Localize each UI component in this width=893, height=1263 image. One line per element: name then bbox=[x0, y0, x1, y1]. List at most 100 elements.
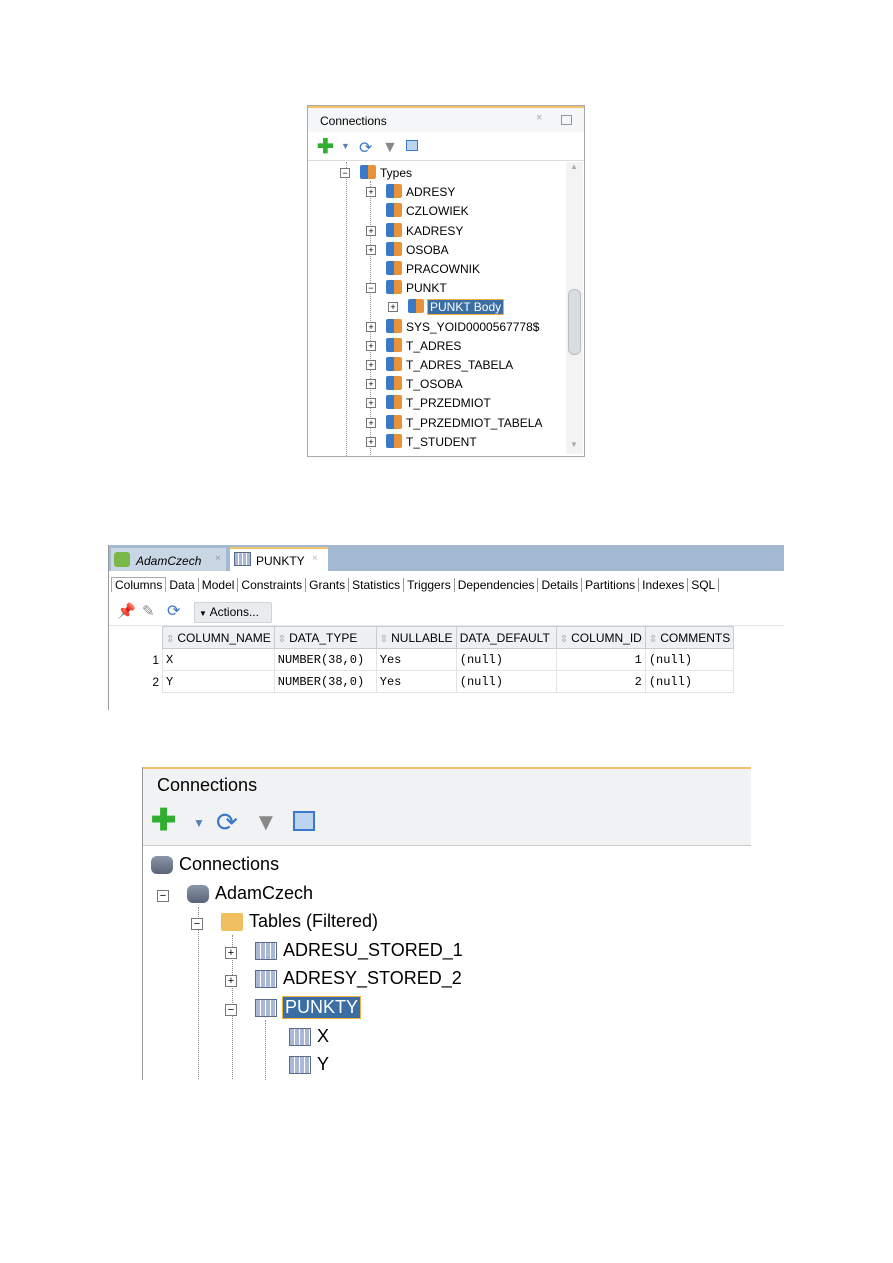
subtab-sql[interactable]: SQL bbox=[688, 578, 720, 592]
close-tab-icon[interactable]: × bbox=[312, 553, 318, 564]
tree-item[interactable]: + T_PRZEDMIOT_TABELA bbox=[308, 414, 563, 432]
add-connection-icon[interactable]: ✚ bbox=[317, 137, 334, 157]
table-cell[interactable]: Y bbox=[162, 670, 275, 693]
tree-item[interactable]: + T_ADRES_TABELA bbox=[308, 356, 563, 374]
tree-item[interactable]: + ADRESY_STORED_2 bbox=[143, 967, 743, 993]
subtab-dependencies[interactable]: Dependencies bbox=[454, 578, 539, 592]
tree-item[interactable]: + T_ADRES bbox=[308, 337, 563, 355]
collapse-icon[interactable]: − bbox=[191, 918, 203, 931]
filter-icon[interactable]: ▼ bbox=[382, 139, 398, 157]
tree-item[interactable]: − AdamCzech bbox=[143, 882, 743, 908]
expand-icon[interactable]: + bbox=[366, 225, 376, 236]
expand-icon[interactable]: + bbox=[366, 398, 376, 409]
table-cell[interactable]: Yes bbox=[375, 670, 457, 693]
expand-icon[interactable]: + bbox=[366, 340, 376, 351]
collapse-icon[interactable]: − bbox=[225, 1004, 237, 1016]
column-header[interactable]: DATA_DEFAULT bbox=[455, 626, 557, 649]
tree-item[interactable]: − Types bbox=[308, 164, 563, 182]
add-connection-icon[interactable]: ✚ bbox=[151, 806, 176, 836]
table-cell[interactable]: NUMBER(38,0) bbox=[273, 670, 377, 693]
row-number[interactable]: 1 bbox=[109, 649, 163, 671]
refresh-icon[interactable]: ⟳ bbox=[359, 138, 372, 158]
scrollbar-thumb[interactable] bbox=[568, 289, 581, 355]
expand-icon[interactable]: + bbox=[366, 379, 376, 390]
tree-item[interactable]: Connections bbox=[143, 853, 743, 879]
subtab-partitions[interactable]: Partitions bbox=[582, 578, 640, 592]
subtab-model[interactable]: Model bbox=[198, 578, 239, 592]
table-cell[interactable]: (null) bbox=[644, 648, 735, 671]
subtab-indexes[interactable]: Indexes bbox=[639, 578, 689, 592]
tree-item[interactable]: − Tables (Filtered) bbox=[143, 910, 743, 936]
subtab-data[interactable]: Data bbox=[166, 578, 199, 592]
tree-item[interactable]: Y bbox=[143, 1053, 743, 1079]
table-cell[interactable]: Yes bbox=[375, 648, 457, 671]
tree-item[interactable]: + PUNKT Body bbox=[308, 298, 563, 316]
tree-item[interactable]: CZLOWIEK bbox=[308, 202, 563, 220]
subtab-details[interactable]: Details bbox=[538, 578, 583, 592]
expand-icon[interactable]: + bbox=[366, 417, 376, 428]
table-cell[interactable]: 1 bbox=[555, 648, 646, 671]
subtab-columns[interactable]: Columns bbox=[111, 577, 167, 592]
filter-icon[interactable]: ▼ bbox=[254, 809, 278, 837]
expand-icon[interactable]: + bbox=[366, 321, 376, 332]
tree-item[interactable]: + OSOBA bbox=[308, 241, 563, 259]
expand-icon[interactable]: + bbox=[366, 187, 376, 198]
table-cell[interactable]: (null) bbox=[455, 670, 557, 693]
tab-adamczech[interactable]: AdamCzech × bbox=[111, 548, 226, 571]
pin-icon[interactable]: 📌 bbox=[117, 602, 136, 620]
collapse-icon[interactable]: − bbox=[157, 889, 169, 902]
tree-item[interactable]: + KADRESY bbox=[308, 222, 563, 240]
subtab-constraints[interactable]: Constraints bbox=[238, 578, 307, 592]
table-cell[interactable]: X bbox=[162, 648, 275, 671]
table-row[interactable]: 1 X NUMBER(38,0) Yes (null) 1 (null) bbox=[109, 648, 735, 671]
vertical-scrollbar[interactable]: ▲ ▼ bbox=[566, 162, 583, 454]
refresh-icon[interactable]: ⟳ bbox=[216, 807, 238, 838]
table-cell[interactable]: NUMBER(38,0) bbox=[273, 648, 377, 671]
refresh-icon[interactable]: ⟳ bbox=[167, 601, 180, 621]
expand-icon[interactable]: + bbox=[366, 436, 376, 447]
scroll-down-icon[interactable]: ▼ bbox=[570, 440, 578, 449]
collapse-all-icon[interactable] bbox=[293, 811, 315, 831]
subtab-grants[interactable]: Grants bbox=[306, 578, 350, 592]
scroll-up-icon[interactable]: ▲ bbox=[570, 162, 578, 171]
tree-item[interactable]: + T_OSOBA bbox=[308, 375, 563, 393]
sort-icon[interactable]: ⇳ bbox=[166, 634, 174, 645]
column-header[interactable]: ⇳ COMMENTS bbox=[644, 626, 735, 649]
expand-icon[interactable]: + bbox=[225, 975, 237, 988]
table-row[interactable]: 2 Y NUMBER(38,0) Yes (null) 2 (null) bbox=[109, 670, 735, 693]
collapse-all-icon[interactable] bbox=[406, 140, 418, 151]
expand-icon[interactable]: + bbox=[366, 244, 376, 255]
actions-button[interactable]: ▼ Actions... bbox=[194, 602, 272, 623]
column-header[interactable]: ⇳ COLUMN_ID bbox=[555, 626, 646, 649]
tree-item[interactable]: − PUNKTY bbox=[143, 996, 743, 1022]
column-header[interactable]: ⇳ DATA_TYPE bbox=[273, 626, 377, 649]
dropdown-arrow-icon[interactable]: ▼ bbox=[341, 141, 350, 151]
sort-icon[interactable]: ⇳ bbox=[380, 634, 388, 645]
tree-item[interactable]: PRACOWNIK bbox=[308, 260, 563, 278]
expand-icon[interactable]: + bbox=[366, 360, 376, 370]
table-cell[interactable]: (null) bbox=[455, 648, 557, 671]
subtab-triggers[interactable]: Triggers bbox=[404, 578, 455, 592]
expand-icon[interactable]: + bbox=[225, 946, 237, 959]
tree-item[interactable]: + SYS_YOID0000567778$ bbox=[308, 318, 563, 336]
tab-punkty[interactable]: PUNKTY × bbox=[230, 547, 328, 571]
tree-item[interactable]: − PUNKT bbox=[308, 279, 563, 297]
table-cell[interactable]: 2 bbox=[555, 670, 646, 693]
sort-icon[interactable]: ⇳ bbox=[560, 634, 568, 645]
table-cell[interactable]: (null) bbox=[644, 670, 735, 693]
minimize-icon[interactable] bbox=[561, 115, 572, 125]
dropdown-arrow-icon[interactable]: ▼ bbox=[193, 816, 205, 830]
close-icon[interactable]: × bbox=[536, 112, 542, 124]
subtab-statistics[interactable]: Statistics bbox=[349, 578, 405, 592]
expand-icon[interactable]: + bbox=[388, 302, 398, 313]
collapse-icon[interactable]: − bbox=[366, 283, 376, 294]
column-header[interactable]: ⇳ COLUMN_NAME bbox=[162, 626, 275, 649]
close-tab-icon[interactable]: × bbox=[215, 553, 221, 564]
row-number[interactable]: 2 bbox=[109, 671, 163, 693]
sort-icon[interactable]: ⇳ bbox=[649, 634, 657, 645]
tree-item[interactable]: + T_STUDENT bbox=[308, 433, 563, 451]
tree-item[interactable]: + ADRESY bbox=[308, 183, 563, 201]
edit-icon[interactable]: ✎ bbox=[142, 602, 155, 620]
tree-item[interactable]: X bbox=[143, 1025, 743, 1051]
sort-icon[interactable]: ⇳ bbox=[278, 634, 286, 645]
